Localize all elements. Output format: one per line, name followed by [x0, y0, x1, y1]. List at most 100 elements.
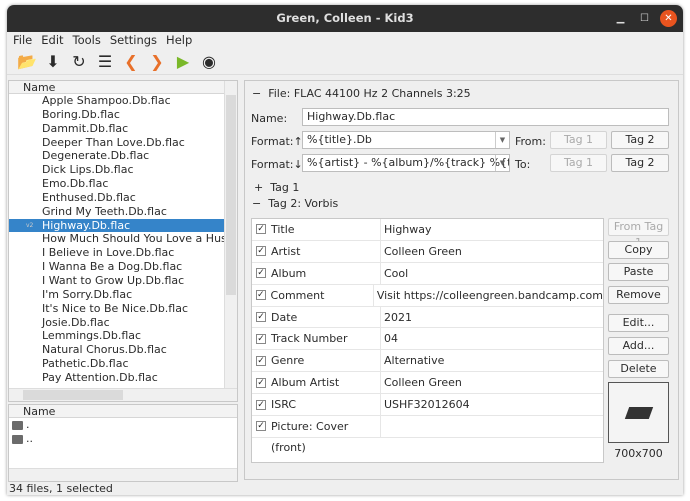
minimize-button[interactable]: ▁ — [612, 10, 629, 27]
file-row[interactable]: Lemmings.Db.flac — [9, 329, 224, 343]
frame-name: Genre — [271, 350, 381, 372]
frame-value[interactable]: USHF32012604 — [381, 398, 470, 411]
file-row[interactable]: Deeper Than Love.Db.flac — [9, 136, 224, 150]
file-row[interactable]: It's Nice to Be Nice.Db.flac — [9, 302, 224, 316]
frame-row[interactable]: ✓ Artist Colleen Green — [252, 240, 603, 263]
file-list[interactable]: Name Apple Shampoo.Db.flac Boring.Db.flac… — [8, 80, 238, 402]
frame-value[interactable]: Highway — [381, 223, 432, 236]
add-button[interactable]: Add... — [608, 337, 669, 355]
file-row[interactable]: How Much Should You Love a Husband — [9, 232, 224, 246]
frame-checkbox[interactable]: ✓ — [256, 224, 266, 235]
file-row[interactable]: Emo.Db.flac — [9, 177, 224, 191]
maximize-button[interactable]: ☐ — [636, 10, 653, 27]
file-list-header[interactable]: Name — [9, 81, 237, 94]
close-button[interactable]: ✕ — [660, 10, 677, 27]
file-row[interactable]: I Want to Grow Up.Db.flac — [9, 274, 224, 288]
file-row[interactable]: I Wanna Be a Dog.Db.flac — [9, 260, 224, 274]
frame-row[interactable]: ✓ Comment Visit https://colleengreen.bandc… — [252, 284, 603, 307]
menu-edit[interactable]: Edit — [41, 32, 63, 49]
frame-value[interactable]: Colleen Green — [381, 376, 462, 389]
frame-checkbox[interactable]: ✓ — [256, 268, 266, 279]
frames-table[interactable]: ✓ Title Highway ✓ Artist Colleen Green ✓ Album C… — [251, 218, 604, 463]
menu-file[interactable]: File — [13, 32, 32, 49]
to-tag2-button[interactable]: Tag 2 — [611, 154, 669, 172]
file-list-vscrollbar[interactable] — [224, 81, 237, 388]
file-row[interactable]: Pathetic.Db.flac — [9, 357, 224, 371]
frame-row[interactable]: ✓ Date 2021 — [252, 306, 603, 329]
file-row[interactable]: I'm Sorry.Db.flac — [9, 288, 224, 302]
filename-input[interactable]: Highway.Db.flac — [302, 108, 669, 126]
dir-list-hscrollbar[interactable] — [9, 468, 237, 481]
frame-row[interactable]: ✓ Picture: Cover (front) — [252, 416, 603, 454]
tag2-section-toggle[interactable]: − Tag 2: Vorbis — [252, 197, 338, 210]
open-folder-icon[interactable]: 📂 — [17, 52, 37, 72]
menu-settings[interactable]: Settings — [110, 32, 157, 49]
frame-name: Date — [271, 306, 381, 328]
next-icon[interactable]: ❯ — [147, 52, 167, 72]
file-row[interactable]: Enthused.Db.flac — [9, 191, 224, 205]
dir-list-header[interactable]: Name — [9, 405, 237, 418]
file-row[interactable]: Boring.Db.flac — [9, 108, 224, 122]
chevron-down-icon[interactable]: ▼ — [495, 155, 509, 171]
file-name: Emo.Db.flac — [42, 177, 109, 191]
frame-checkbox[interactable]: ✓ — [256, 399, 266, 410]
from-tag2-filename-button[interactable]: Tag 2 — [611, 131, 669, 149]
format-up-combo[interactable]: %{title}.Db ▼ — [302, 131, 510, 149]
frame-row[interactable]: ✓ Album Cool — [252, 262, 603, 285]
file-list-hscrollbar[interactable] — [9, 388, 237, 401]
save-icon[interactable]: ⬇ — [43, 52, 63, 72]
file-row[interactable]: Pay Attention.Db.flac — [9, 371, 224, 385]
frame-value[interactable]: Cool — [381, 267, 408, 280]
copy-button[interactable]: Copy — [608, 241, 669, 259]
edit-button[interactable]: Edit... — [608, 314, 669, 332]
delete-button[interactable]: Delete — [608, 360, 669, 378]
file-row[interactable]: Grind My Teeth.Db.flac — [9, 205, 224, 219]
frame-checkbox[interactable]: ✓ — [256, 377, 266, 388]
remove-button[interactable]: Remove — [608, 286, 669, 304]
frame-value[interactable]: Colleen Green — [381, 245, 462, 258]
format-down-combo[interactable]: %{artist} - %{album}/%{track} %{title}▼ — [302, 154, 510, 172]
cover-art-image[interactable] — [608, 382, 669, 443]
frame-value[interactable]: Visit https://colleengreen.bandcamp.com — [374, 289, 603, 302]
file-row[interactable]: Dick Lips.Db.flac — [9, 163, 224, 177]
frame-checkbox[interactable]: ✓ — [256, 290, 266, 301]
frame-value[interactable]: 2021 — [381, 311, 412, 324]
from-tag1-filename-button[interactable]: Tag 1 — [550, 131, 607, 149]
from-tag1-button[interactable]: From Tag 1 — [608, 218, 669, 249]
file-row[interactable]: Degenerate.Db.flac — [9, 149, 224, 163]
revert-icon[interactable]: ↻ — [69, 52, 89, 72]
frame-checkbox[interactable]: ✓ — [256, 312, 266, 322]
list-icon[interactable]: ☰ — [95, 52, 115, 72]
file-row[interactable]: I Believe in Love.Db.flac — [9, 246, 224, 260]
frame-checkbox[interactable]: ✓ — [256, 246, 266, 257]
menu-help[interactable]: Help — [166, 32, 192, 49]
file-name: Grind My Teeth.Db.flac — [42, 204, 167, 218]
menu-tools[interactable]: Tools — [73, 32, 101, 49]
file-row[interactable]: v2 Highway.Db.flac — [9, 218, 224, 233]
frame-row[interactable]: ✓ ISRC USHF32012604 — [252, 394, 603, 417]
frame-value[interactable]: 04 — [381, 332, 398, 345]
chevron-down-icon[interactable]: ▼ — [495, 132, 509, 148]
play-icon[interactable]: ▶ — [173, 52, 193, 72]
to-tag1-button[interactable]: Tag 1 — [550, 154, 607, 172]
frame-value[interactable]: Alternative — [381, 354, 444, 367]
dir-row[interactable]: .. — [9, 432, 237, 446]
settings-icon[interactable]: ◉ — [199, 52, 219, 72]
dir-row[interactable]: . — [9, 418, 237, 432]
directory-list[interactable]: Name ... — [8, 404, 238, 482]
frame-row[interactable]: ✓ Track Number 04 — [252, 328, 603, 351]
frame-checkbox[interactable]: ✓ — [256, 421, 266, 432]
frame-checkbox[interactable]: ✓ — [256, 333, 266, 344]
frame-row[interactable]: ✓ Genre Alternative — [252, 350, 603, 373]
file-section-toggle[interactable]: − File: FLAC 44100 Hz 2 Channels 3:25 — [252, 87, 471, 100]
frame-checkbox[interactable]: ✓ — [256, 355, 266, 366]
previous-icon[interactable]: ❮ — [121, 52, 141, 72]
paste-button[interactable]: Paste — [608, 263, 669, 281]
file-row[interactable]: Apple Shampoo.Db.flac — [9, 94, 224, 108]
frame-row[interactable]: ✓ Album Artist Colleen Green — [252, 372, 603, 395]
file-row[interactable]: Josie.Db.flac — [9, 316, 224, 330]
file-row[interactable]: Dammit.Db.flac — [9, 122, 224, 136]
tag1-section-toggle[interactable]: + Tag 1 — [254, 181, 299, 194]
frame-row[interactable]: ✓ Title Highway — [252, 219, 603, 241]
file-row[interactable]: Natural Chorus.Db.flac — [9, 343, 224, 357]
